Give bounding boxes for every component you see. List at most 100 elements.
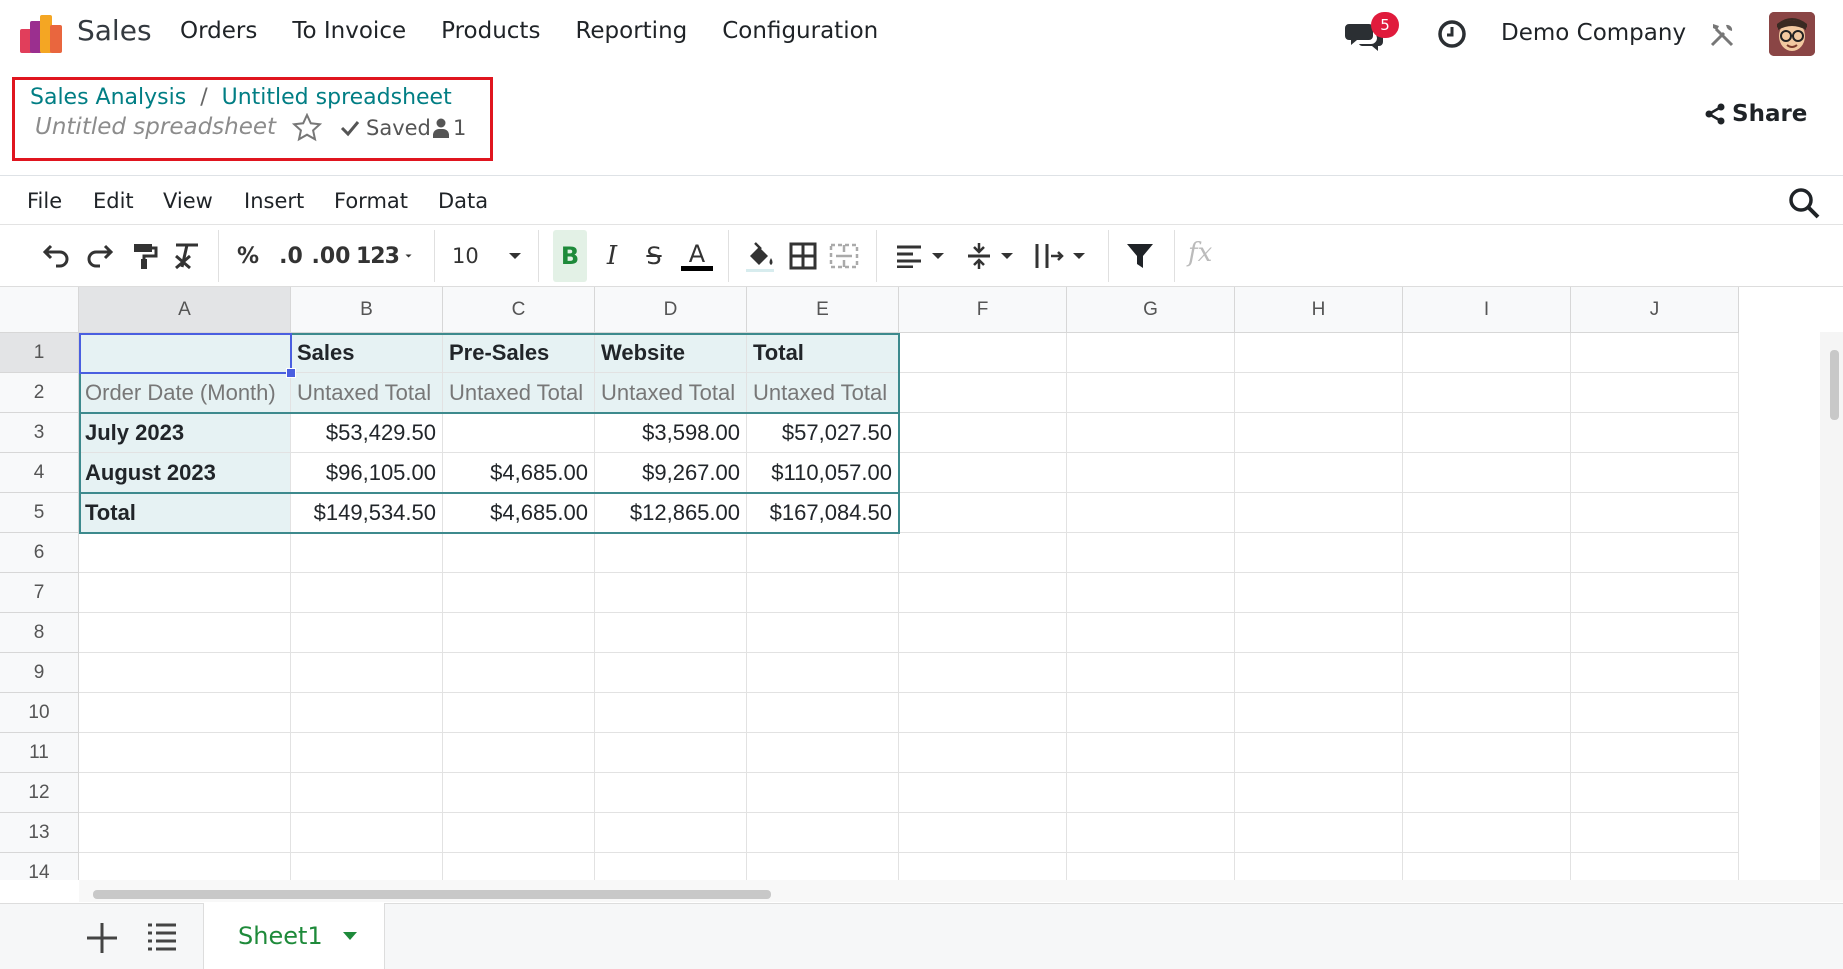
cell-f10[interactable] <box>899 693 1067 733</box>
cell-f6[interactable] <box>899 533 1067 573</box>
cell-j1[interactable] <box>1571 333 1739 373</box>
cell-e2[interactable]: Untaxed Total <box>747 373 899 413</box>
cell-h3[interactable] <box>1235 413 1403 453</box>
cell-b13[interactable] <box>291 813 443 853</box>
cell-j12[interactable] <box>1571 773 1739 813</box>
menu-format[interactable]: Format <box>334 189 408 213</box>
cell-h8[interactable] <box>1235 613 1403 653</box>
cell-j13[interactable] <box>1571 813 1739 853</box>
breadcrumb-sales-analysis[interactable]: Sales Analysis <box>30 85 186 110</box>
cell-g13[interactable] <box>1067 813 1235 853</box>
column-header-a[interactable]: A <box>79 287 291 333</box>
sheet-list-icon[interactable] <box>146 920 178 954</box>
paint-format-icon[interactable] <box>128 240 160 272</box>
merge-cells-icon[interactable] <box>828 240 860 272</box>
cell-a2[interactable]: Order Date (Month) <box>79 373 291 413</box>
cell-e11[interactable] <box>747 733 899 773</box>
font-size-select[interactable]: 10 <box>452 240 522 272</box>
row-header-12[interactable]: 12 <box>0 773 79 813</box>
cell-c9[interactable] <box>443 653 595 693</box>
cell-g10[interactable] <box>1067 693 1235 733</box>
row-header-13[interactable]: 13 <box>0 813 79 853</box>
cell-a3[interactable]: July 2023 <box>79 413 291 453</box>
menu-orders[interactable]: Orders <box>180 18 257 44</box>
spreadsheet-name-input[interactable]: Untitled spreadsheet <box>35 114 276 140</box>
vertical-align-button[interactable] <box>962 240 1018 272</box>
spreadsheet-grid[interactable]: A B C D E F G H I J 1 Sales Pre-Sales Website Total 2 Or… <box>0 286 1843 880</box>
column-header-g[interactable]: G <box>1067 287 1235 333</box>
cell-j11[interactable] <box>1571 733 1739 773</box>
menu-to-invoice[interactable]: To Invoice <box>292 18 406 44</box>
menu-insert[interactable]: Insert <box>244 189 304 213</box>
row-header-11[interactable]: 11 <box>0 733 79 773</box>
cell-h6[interactable] <box>1235 533 1403 573</box>
cell-i2[interactable] <box>1403 373 1571 413</box>
column-header-i[interactable]: I <box>1403 287 1571 333</box>
cell-d1[interactable]: Website <box>595 333 747 373</box>
cell-h14[interactable] <box>1235 853 1403 880</box>
cell-f5[interactable] <box>899 493 1067 533</box>
menu-data[interactable]: Data <box>438 189 488 213</box>
menu-edit[interactable]: Edit <box>93 189 134 213</box>
cell-e1[interactable]: Total <box>747 333 899 373</box>
cell-b12[interactable] <box>291 773 443 813</box>
cell-e12[interactable] <box>747 773 899 813</box>
cell-f12[interactable] <box>899 773 1067 813</box>
row-header-7[interactable]: 7 <box>0 573 79 613</box>
cell-g7[interactable] <box>1067 573 1235 613</box>
cell-f8[interactable] <box>899 613 1067 653</box>
cell-h13[interactable] <box>1235 813 1403 853</box>
menu-reporting[interactable]: Reporting <box>575 18 687 44</box>
row-header-4[interactable]: 4 <box>0 453 79 493</box>
text-color-button[interactable]: A <box>680 240 714 272</box>
cell-e7[interactable] <box>747 573 899 613</box>
cell-a13[interactable] <box>79 813 291 853</box>
cell-f7[interactable] <box>899 573 1067 613</box>
cell-e8[interactable] <box>747 613 899 653</box>
undo-icon[interactable] <box>40 240 72 272</box>
cell-a11[interactable] <box>79 733 291 773</box>
menu-view[interactable]: View <box>163 189 213 213</box>
sheet-menu-icon[interactable] <box>342 932 357 940</box>
search-icon[interactable] <box>1788 187 1820 219</box>
app-name[interactable]: Sales <box>77 14 152 47</box>
cell-h11[interactable] <box>1235 733 1403 773</box>
cell-d2[interactable]: Untaxed Total <box>595 373 747 413</box>
cell-g3[interactable] <box>1067 413 1235 453</box>
column-header-j[interactable]: J <box>1571 287 1739 333</box>
cell-b9[interactable] <box>291 653 443 693</box>
cell-b8[interactable] <box>291 613 443 653</box>
row-header-14[interactable]: 14 <box>0 853 79 880</box>
cell-d14[interactable] <box>595 853 747 880</box>
cell-i4[interactable] <box>1403 453 1571 493</box>
cell-f4[interactable] <box>899 453 1067 493</box>
row-header-5[interactable]: 5 <box>0 493 79 533</box>
cell-g9[interactable] <box>1067 653 1235 693</box>
cell-c4[interactable]: $4,685.00 <box>443 453 595 493</box>
menu-file[interactable]: File <box>27 189 62 213</box>
cell-c5[interactable]: $4,685.00 <box>443 493 595 533</box>
cell-j5[interactable] <box>1571 493 1739 533</box>
share-button[interactable]: Share <box>1704 101 1807 127</box>
cell-c11[interactable] <box>443 733 595 773</box>
cell-a9[interactable] <box>79 653 291 693</box>
cell-b4[interactable]: $96,105.00 <box>291 453 443 493</box>
cell-c7[interactable] <box>443 573 595 613</box>
cell-f14[interactable] <box>899 853 1067 880</box>
row-header-10[interactable]: 10 <box>0 693 79 733</box>
strikethrough-button[interactable]: S <box>640 240 668 272</box>
cell-e4[interactable]: $110,057.00 <box>747 453 899 493</box>
cell-i10[interactable] <box>1403 693 1571 733</box>
cell-i11[interactable] <box>1403 733 1571 773</box>
cell-h7[interactable] <box>1235 573 1403 613</box>
cell-d13[interactable] <box>595 813 747 853</box>
company-switcher[interactable]: Demo Company <box>1501 20 1686 46</box>
row-header-2[interactable]: 2 <box>0 373 79 413</box>
italic-button[interactable]: I <box>598 240 626 272</box>
column-header-c[interactable]: C <box>443 287 595 333</box>
cell-c2[interactable]: Untaxed Total <box>443 373 595 413</box>
cell-a4[interactable]: August 2023 <box>79 453 291 493</box>
cell-h12[interactable] <box>1235 773 1403 813</box>
grid-corner[interactable] <box>0 287 79 333</box>
cell-g14[interactable] <box>1067 853 1235 880</box>
